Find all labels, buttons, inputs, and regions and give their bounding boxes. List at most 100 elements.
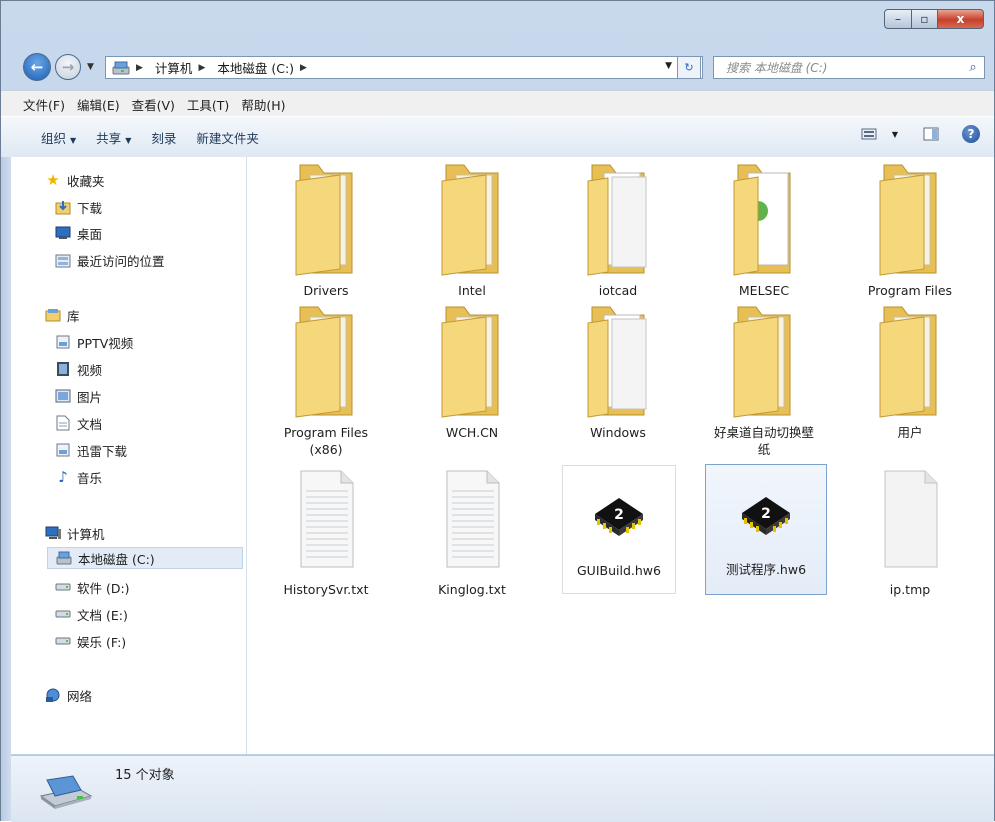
burn-button[interactable]: 刻录 bbox=[151, 128, 176, 147]
breadcrumb-computer[interactable]: 计算机 bbox=[155, 58, 193, 77]
view-icon bbox=[861, 128, 877, 140]
file-item-selected[interactable]: 2 测试程序.hw6 bbox=[705, 464, 827, 595]
sidebar-label: 音乐 bbox=[77, 470, 103, 486]
document-icon bbox=[55, 415, 71, 431]
sidebar-label: 计算机 bbox=[67, 526, 105, 542]
file-item[interactable]: 2 GUIBuild.hw6 bbox=[562, 465, 676, 594]
folder-item[interactable]: Program Files bbox=[851, 161, 969, 299]
search-input[interactable] bbox=[724, 59, 962, 76]
download-folder-icon bbox=[55, 199, 71, 215]
folder-item[interactable]: Drivers bbox=[267, 161, 385, 299]
file-name: Program Files bbox=[867, 283, 953, 298]
title-bar: – ▫ x bbox=[1, 1, 994, 45]
sidebar-favorites[interactable]: ★ 收藏夹 bbox=[45, 169, 104, 191]
sidebar-label: 娱乐 (F:) bbox=[77, 634, 127, 650]
refresh-icon: ↻ bbox=[684, 61, 694, 74]
folder-item[interactable]: iotcad bbox=[559, 161, 677, 299]
sidebar-libraries[interactable]: 库 bbox=[45, 304, 80, 326]
sidebar-item-pictures[interactable]: 图片 bbox=[55, 385, 102, 407]
file-name: MELSEC bbox=[738, 283, 790, 298]
sidebar-item-documents[interactable]: 文档 bbox=[55, 412, 102, 434]
sidebar-item-music[interactable]: ♪ 音乐 bbox=[55, 466, 102, 488]
search-icon[interactable]: ⌕ bbox=[962, 60, 984, 75]
sidebar-item-drive-f[interactable]: 娱乐 (F:) bbox=[55, 630, 126, 652]
menu-help[interactable]: 帮助(H) bbox=[241, 95, 285, 114]
refresh-button[interactable]: ↻ bbox=[677, 56, 701, 79]
breadcrumb-local-disk[interactable]: 本地磁盘 (C:) bbox=[217, 58, 294, 77]
share-button[interactable]: 共享 ▼ bbox=[96, 128, 131, 147]
organize-button[interactable]: 组织 ▼ bbox=[41, 128, 76, 147]
sidebar-item-pptv[interactable]: PPTV视频 bbox=[55, 331, 133, 353]
file-item[interactable]: Kinglog.txt bbox=[413, 469, 531, 598]
folder-item[interactable]: 好桌道自动切换壁纸 bbox=[705, 303, 823, 458]
file-name: GUIBuild.hw6 bbox=[577, 563, 661, 578]
recent-places-icon bbox=[55, 252, 71, 268]
sidebar-label: 迅雷下载 bbox=[77, 443, 128, 459]
chip-icon: 2 bbox=[595, 498, 643, 536]
menu-edit[interactable]: 编辑(E) bbox=[77, 95, 120, 114]
menu-tools[interactable]: 工具(T) bbox=[187, 95, 229, 114]
file-item[interactable]: HistorySvr.txt bbox=[267, 469, 385, 598]
sidebar-item-thunder-downloads[interactable]: 迅雷下载 bbox=[55, 439, 127, 461]
menu-file[interactable]: 文件(F) bbox=[23, 95, 65, 114]
sidebar-item-recent[interactable]: 最近访问的位置 bbox=[55, 249, 165, 271]
view-dropdown-icon[interactable]: ▼ bbox=[884, 125, 906, 143]
search-box[interactable]: ⌕ bbox=[713, 56, 985, 79]
close-button[interactable]: x bbox=[938, 9, 984, 29]
file-name: 好桌道自动切换壁纸 bbox=[714, 425, 815, 457]
file-name: Drivers bbox=[303, 283, 349, 298]
chip-glyph: 2 bbox=[761, 506, 771, 522]
navigation-pane: ★ 收藏夹 下载 桌面 最近访问的位置 库 PPTV视频 视频 图片 文档 迅雷… bbox=[11, 157, 247, 754]
breadcrumb-separator-icon[interactable]: ▶ bbox=[198, 63, 205, 73]
recent-pages-dropdown-icon[interactable]: ▼ bbox=[87, 62, 94, 72]
sidebar-label: 网络 bbox=[67, 688, 93, 704]
file-name: iotcad bbox=[598, 283, 638, 298]
sidebar-item-downloads[interactable]: 下载 bbox=[55, 196, 102, 218]
sidebar-item-videos[interactable]: 视频 bbox=[55, 358, 102, 380]
hard-drive-icon bbox=[55, 606, 71, 622]
sidebar-item-local-disk-c[interactable]: 本地磁盘 (C:) bbox=[47, 547, 243, 569]
preview-pane-icon bbox=[923, 127, 939, 141]
sidebar-label: 最近访问的位置 bbox=[77, 253, 165, 269]
address-history-dropdown-icon[interactable]: ▼ bbox=[665, 61, 672, 71]
sidebar-computer[interactable]: 计算机 bbox=[45, 522, 105, 544]
back-button[interactable]: ← bbox=[23, 53, 51, 81]
sidebar-network[interactable]: 网络 bbox=[45, 684, 92, 706]
share-label: 共享 bbox=[96, 130, 122, 146]
new-folder-button[interactable]: 新建文件夹 bbox=[196, 128, 259, 147]
file-name: HistorySvr.txt bbox=[283, 582, 369, 597]
file-item[interactable]: ip.tmp bbox=[851, 469, 969, 598]
text-file-icon bbox=[300, 470, 354, 568]
preview-pane-button[interactable] bbox=[920, 125, 942, 143]
folder-item[interactable]: MELSEC bbox=[705, 161, 823, 299]
view-options-button[interactable] bbox=[858, 125, 880, 143]
folder-item[interactable]: Program Files (x86) bbox=[267, 303, 385, 458]
address-bar[interactable]: ▶ 计算机 ▶ 本地磁盘 (C:) ▶ ▼ bbox=[105, 56, 703, 79]
help-button[interactable]: ? bbox=[962, 125, 980, 143]
breadcrumb-separator-icon[interactable]: ▶ bbox=[300, 63, 307, 73]
explorer-window: – ▫ x ← → ▼ ▶ 计算机 ▶ 本地磁盘 (C:) ▶ ▼ ↻ ⌕ bbox=[0, 0, 995, 822]
sidebar-label: 桌面 bbox=[77, 226, 103, 242]
maximize-button[interactable]: ▫ bbox=[912, 9, 938, 29]
sidebar-item-desktop[interactable]: 桌面 bbox=[55, 222, 102, 244]
folder-icon bbox=[733, 306, 791, 418]
command-bar: 组织 ▼ 共享 ▼ 刻录 新建文件夹 ▼ ? bbox=[1, 116, 994, 158]
folder-item[interactable]: Windows bbox=[559, 303, 677, 441]
sidebar-item-drive-d[interactable]: 软件 (D:) bbox=[55, 576, 130, 598]
folder-item[interactable]: Intel bbox=[413, 161, 531, 299]
folder-item[interactable]: WCH.CN bbox=[413, 303, 531, 441]
library-icon bbox=[45, 307, 61, 323]
minimize-button[interactable]: – bbox=[884, 9, 912, 29]
folder-icon bbox=[441, 306, 499, 418]
open-folder-icon bbox=[587, 306, 647, 418]
sidebar-label: 文档 bbox=[77, 416, 103, 432]
menu-view[interactable]: 查看(V) bbox=[132, 95, 175, 114]
sidebar-label: 文档 (E:) bbox=[77, 607, 128, 623]
folder-item[interactable]: 用户 bbox=[851, 303, 969, 441]
sidebar-item-drive-e[interactable]: 文档 (E:) bbox=[55, 603, 128, 625]
drive-icon bbox=[112, 61, 130, 74]
breadcrumb-separator-icon[interactable]: ▶ bbox=[136, 63, 143, 73]
status-bar: 15 个对象 bbox=[11, 755, 994, 822]
forward-button[interactable]: → bbox=[55, 54, 81, 80]
star-icon: ★ bbox=[46, 171, 60, 189]
